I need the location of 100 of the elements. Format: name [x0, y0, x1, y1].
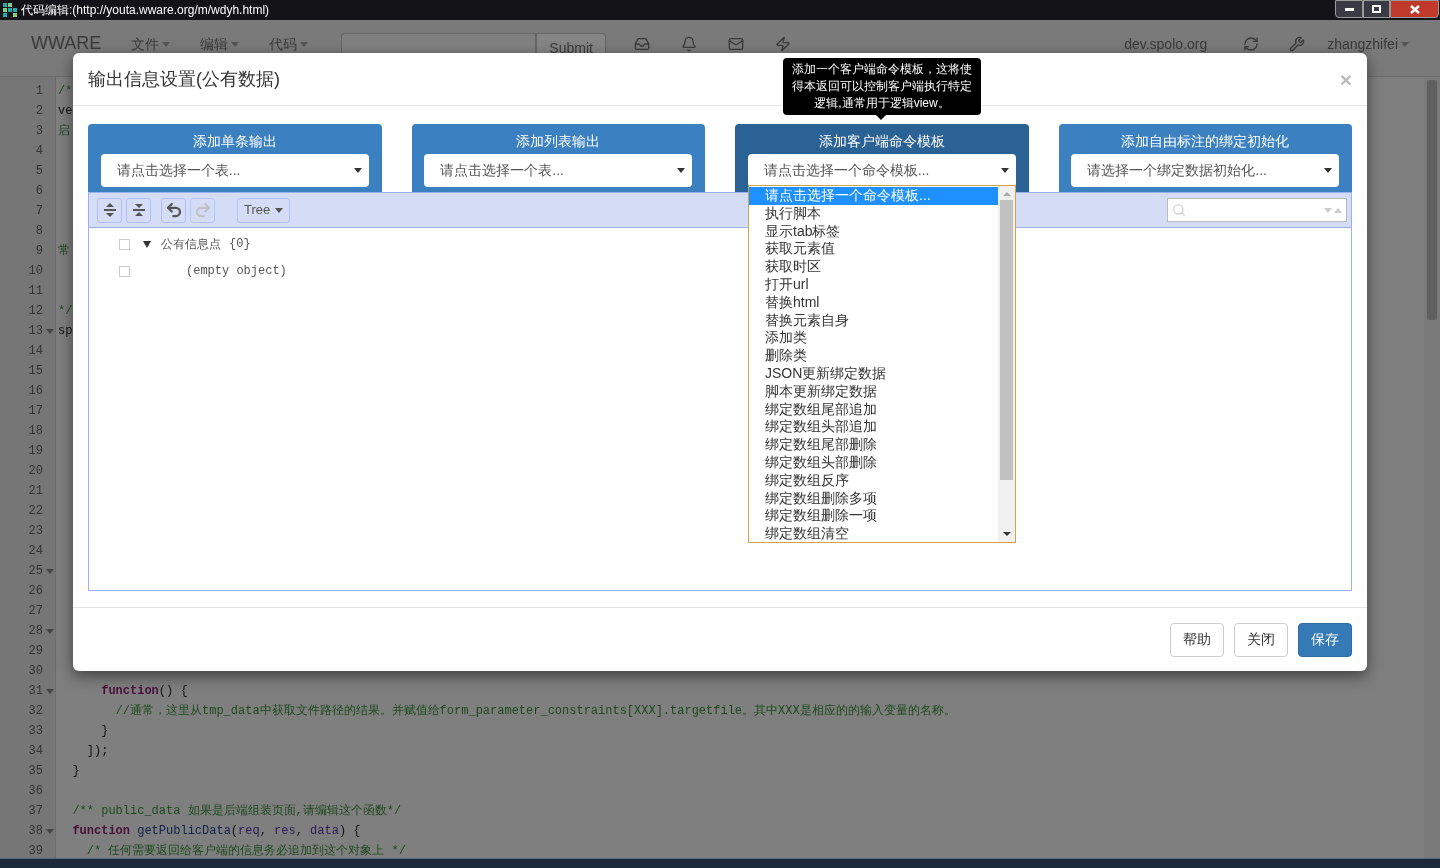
undo-icon — [164, 201, 183, 219]
drag-handle-icon[interactable] — [119, 265, 130, 277]
dropdown-option[interactable]: 删除类 — [749, 347, 998, 365]
minimize-button[interactable] — [1335, 0, 1363, 18]
line-number: 13 — [28, 323, 43, 340]
dropdown-option[interactable]: JSON更新绑定数据 — [749, 364, 998, 383]
mail-icon[interactable] — [727, 36, 744, 52]
maximize-button[interactable] — [1363, 0, 1390, 18]
code-text: ( — [230, 823, 239, 840]
dropdown-option[interactable]: 绑定数组反序 — [749, 471, 998, 490]
dropdown-option[interactable]: 替换元素自身 — [749, 311, 998, 330]
line-number: 14 — [28, 343, 43, 360]
bell-icon[interactable] — [680, 36, 697, 52]
bolt-icon[interactable] — [774, 36, 791, 52]
line-number: 37 — [28, 803, 43, 820]
tooltip-arrow-icon — [876, 115, 886, 120]
select-field[interactable]: 请点击选择一个表... — [424, 154, 693, 187]
line-number: 28 — [28, 623, 43, 640]
code-text: data — [310, 823, 339, 840]
code-text: ]); — [85, 743, 109, 760]
dialog-button[interactable]: 保存 — [1298, 622, 1352, 657]
previous-icon — [1334, 207, 1342, 213]
code-text: /* — [58, 83, 73, 100]
line-number: 21 — [28, 483, 43, 500]
close-window-button[interactable] — [1390, 0, 1439, 18]
dropdown-option[interactable]: 打开url — [749, 276, 998, 294]
line-number: 36 — [28, 783, 43, 800]
caret-icon — [353, 168, 362, 173]
collapse-all-icon — [131, 202, 146, 218]
line-number: 30 — [28, 663, 43, 680]
select-field[interactable]: 请点击选择一个命令模板... — [747, 154, 1016, 187]
dropdown-option[interactable]: 脚本更新绑定数据 — [749, 382, 998, 401]
code-text: sp — [58, 323, 73, 340]
fold-icon — [45, 628, 54, 634]
code-text: res — [274, 823, 296, 840]
line-number: 22 — [28, 503, 43, 520]
dropdown-option[interactable]: 执行脚本 — [749, 204, 998, 223]
line-number: 18 — [28, 423, 43, 440]
dropdown-option[interactable]: 绑定数组头部追加 — [749, 418, 998, 437]
caret-icon — [300, 41, 309, 47]
dropdown-option[interactable]: 绑定数组尾部删除 — [749, 436, 998, 454]
dialog-button[interactable]: 帮助 — [1170, 622, 1224, 657]
code-text: /** public_data 如果是后端组装页面,请编辑这个函数*/ — [71, 803, 402, 820]
search-icon — [1172, 203, 1186, 217]
dropdown-option[interactable]: 绑定数组头部删除 — [749, 453, 998, 472]
dropdown-option[interactable]: 替换html — [749, 293, 998, 312]
refresh-icon[interactable] — [1243, 36, 1260, 52]
toolbar-button[interactable] — [161, 197, 186, 223]
next-icon — [1324, 207, 1332, 213]
dropdown-option[interactable]: 绑定数组删除多项 — [749, 489, 998, 508]
code-text: //通常，这里从tmp_data中获取文件路径的结果。并赋值给form_parameter_constraints[XXX].targetfile。其中XXX是相应的的输入变量的名称。 — [114, 703, 956, 720]
panel-title: 添加自由标注的绑定初始化 — [1121, 132, 1290, 151]
redo-icon — [193, 201, 212, 219]
toolbar-button[interactable] — [97, 197, 122, 223]
code-text: , — [295, 823, 304, 840]
search-field[interactable] — [1167, 198, 1347, 222]
line-number: 32 — [28, 703, 43, 720]
code-text: , — [259, 823, 268, 840]
code-text: ve — [58, 103, 73, 120]
line-number: 9 — [35, 243, 43, 260]
line-number: 12 — [28, 303, 43, 320]
line-number: 35 — [28, 763, 43, 780]
select-field[interactable]: 请点击选择一个表... — [100, 154, 369, 187]
expanded-icon[interactable] — [143, 240, 151, 248]
wrench-icon[interactable] — [1289, 36, 1306, 52]
dropdown-option[interactable]: 获取时区 — [749, 258, 998, 276]
line-number: 4 — [35, 143, 43, 160]
close-icon — [1409, 4, 1420, 14]
fold-icon — [45, 688, 54, 694]
dropdown-option[interactable]: 绑定数组删除一项 — [749, 507, 998, 526]
fold-icon — [45, 328, 54, 334]
dialog-button[interactable]: 关闭 — [1234, 622, 1288, 657]
line-number: 16 — [28, 383, 43, 400]
mode-button[interactable]: Tree — [237, 197, 291, 223]
select-field[interactable]: 请选择一个绑定数据初始化... — [1071, 154, 1340, 187]
caret-icon — [1401, 41, 1409, 47]
dropdown-option[interactable]: 绑定数组清空 — [749, 525, 998, 543]
dropdown-option[interactable]: 添加类 — [749, 329, 998, 348]
line-number: 2 — [35, 103, 43, 120]
line-number: 7 — [35, 203, 43, 220]
line-number: 24 — [28, 543, 43, 560]
toolbar-button[interactable] — [126, 197, 151, 223]
line-number: 3 — [35, 123, 43, 140]
tree-node-label: 公有信息点 — [161, 236, 221, 253]
caret-icon — [162, 41, 171, 47]
dropdown-option[interactable]: 显示tab标签 — [749, 222, 998, 241]
line-number: 11 — [28, 283, 43, 300]
window-title: 代码编辑:(http://youta.wware.org/m/wdyh.html) — [21, 2, 270, 19]
caret-icon — [1324, 168, 1333, 173]
line-number: 23 — [28, 523, 43, 540]
inbox-icon[interactable] — [633, 36, 650, 52]
drag-handle-icon[interactable] — [119, 238, 130, 250]
line-number: 5 — [35, 163, 43, 180]
line-number: 15 — [28, 363, 43, 380]
code-text: } — [71, 763, 80, 780]
code-text: getPublicData — [136, 823, 231, 840]
code-text: */ — [58, 303, 73, 320]
dropdown-option[interactable]: 绑定数组尾部追加 — [749, 400, 998, 419]
dropdown-option[interactable]: 获取元素值 — [749, 240, 998, 259]
line-number: 8 — [35, 223, 43, 240]
